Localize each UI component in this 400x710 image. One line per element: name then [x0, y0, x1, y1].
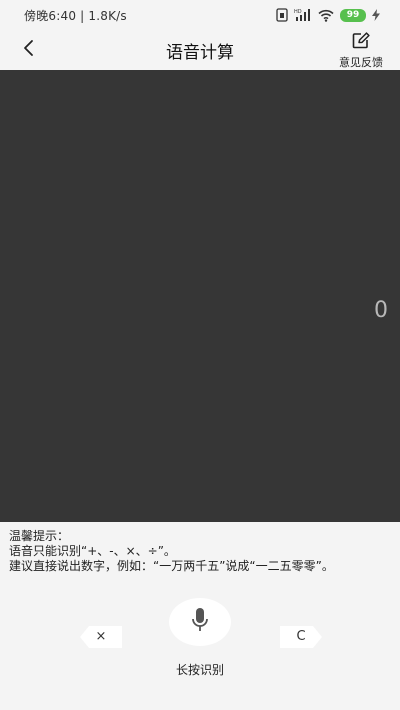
- backspace-label: ×: [95, 629, 107, 644]
- clear-button[interactable]: C: [280, 626, 322, 648]
- hint-numbers: 建议直接说出数字，例如：“一万两千五”说成“一二五零零”。: [9, 559, 334, 573]
- edit-icon: [352, 32, 370, 53]
- status-icons: HD 99: [276, 6, 380, 24]
- voice-recognize-button[interactable]: [169, 598, 231, 646]
- battery-icon: 99: [340, 8, 366, 22]
- charging-icon: [372, 9, 380, 21]
- hd-signal-icon: HD: [294, 8, 312, 22]
- hint-heading: 温馨提示：: [9, 529, 70, 543]
- status-bar: 傍晚6:40 | 1.8K/s HD 99: [0, 0, 400, 30]
- hints: 温馨提示： 语音只能识别“+、-、×、÷”。 建议直接说出数字，例如：“一万两千…: [9, 529, 334, 574]
- wifi-icon: [318, 9, 334, 22]
- status-time-speed: 傍晚6:40 | 1.8K/s: [24, 9, 127, 23]
- hint-operators: 语音只能识别“+、-、×、÷”。: [9, 544, 176, 558]
- title-bar: 语音计算 意见反馈: [0, 30, 400, 70]
- backspace-button[interactable]: ×: [80, 626, 122, 648]
- clear-label: C: [296, 629, 306, 644]
- feedback-label: 意见反馈: [339, 56, 383, 69]
- display-value: 0: [374, 298, 388, 323]
- sim-icon: [276, 8, 288, 22]
- svg-text:HD: HD: [294, 9, 302, 15]
- mic-label: 长按识别: [175, 663, 224, 677]
- feedback-button[interactable]: 意见反馈: [336, 32, 386, 69]
- control-panel: 温馨提示： 语音只能识别“+、-、×、÷”。 建议直接说出数字，例如：“一万两千…: [0, 522, 400, 710]
- microphone-icon: [191, 607, 209, 637]
- result-display: 0: [0, 70, 400, 522]
